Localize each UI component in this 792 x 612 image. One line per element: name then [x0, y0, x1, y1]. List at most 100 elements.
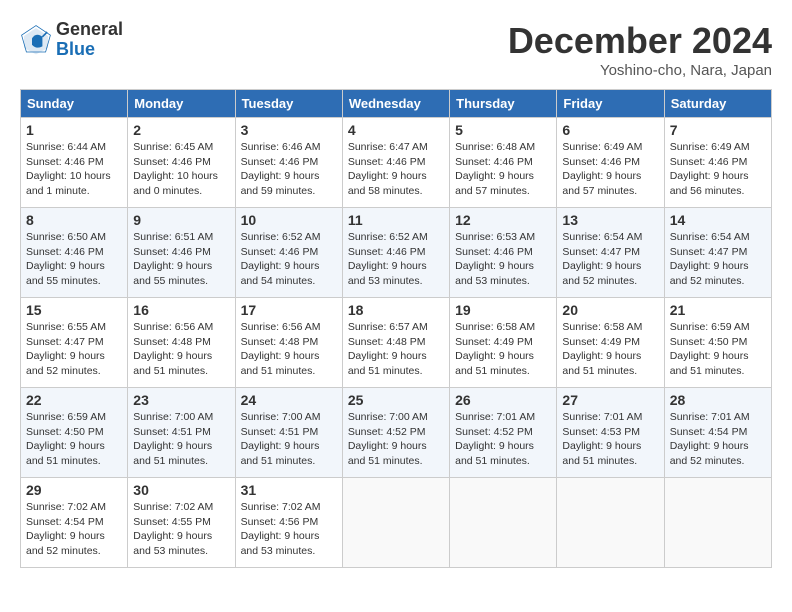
- calendar-cell: 17Sunrise: 6:56 AM Sunset: 4:48 PM Dayli…: [235, 298, 342, 388]
- day-number: 29: [26, 482, 122, 498]
- day-info: Sunrise: 6:55 AM Sunset: 4:47 PM Dayligh…: [26, 320, 122, 379]
- day-info: Sunrise: 7:00 AM Sunset: 4:51 PM Dayligh…: [241, 410, 337, 469]
- day-info: Sunrise: 6:54 AM Sunset: 4:47 PM Dayligh…: [562, 230, 658, 289]
- day-info: Sunrise: 6:49 AM Sunset: 4:46 PM Dayligh…: [670, 140, 766, 199]
- calendar-cell: 25 Sunrise: 7:00 AM Sunset: 4:52 PM Dayli…: [342, 388, 449, 478]
- day-info: Sunrise: 6:51 AM Sunset: 4:46 PM Dayligh…: [133, 230, 229, 289]
- calendar-body: 1Sunrise: 6:44 AM Sunset: 4:46 PM Daylig…: [21, 118, 772, 568]
- calendar-day-header: Tuesday: [235, 90, 342, 118]
- calendar-cell: 26 Sunrise: 7:01 AM Sunset: 4:52 PM Dayli…: [450, 388, 557, 478]
- calendar-week-row: 15Sunrise: 6:55 AM Sunset: 4:47 PM Dayli…: [21, 298, 772, 388]
- calendar-cell: 23 Sunrise: 7:00 AM Sunset: 4:51 PM Dayli…: [128, 388, 235, 478]
- calendar-cell: 5 Sunrise: 6:48 AM Sunset: 4:46 PM Daylig…: [450, 118, 557, 208]
- day-number: 5: [455, 122, 551, 138]
- calendar-cell: 21 Sunrise: 6:59 AM Sunset: 4:50 PM Dayli…: [664, 298, 771, 388]
- calendar-day-header: Thursday: [450, 90, 557, 118]
- calendar-cell: 2 Sunrise: 6:45 AM Sunset: 4:46 PM Daylig…: [128, 118, 235, 208]
- logo-text: General Blue: [56, 20, 123, 60]
- calendar-cell: 8 Sunrise: 6:50 AM Sunset: 4:46 PM Daylig…: [21, 208, 128, 298]
- day-info: Sunrise: 7:00 AM Sunset: 4:51 PM Dayligh…: [133, 410, 229, 469]
- day-info: Sunrise: 6:50 AM Sunset: 4:46 PM Dayligh…: [26, 230, 122, 289]
- day-info: Sunrise: 6:46 AM Sunset: 4:46 PM Dayligh…: [241, 140, 337, 199]
- calendar-day-header: Sunday: [21, 90, 128, 118]
- day-info: Sunrise: 7:01 AM Sunset: 4:54 PM Dayligh…: [670, 410, 766, 469]
- day-info: Sunrise: 6:47 AM Sunset: 4:46 PM Dayligh…: [348, 140, 444, 199]
- day-info: Sunrise: 7:02 AM Sunset: 4:54 PM Dayligh…: [26, 500, 122, 559]
- calendar-day-header: Saturday: [664, 90, 771, 118]
- day-number: 13: [562, 212, 658, 228]
- day-number: 1: [26, 122, 122, 138]
- day-number: 8: [26, 212, 122, 228]
- day-number: 20: [562, 302, 658, 318]
- calendar-cell: 31 Sunrise: 7:02 AM Sunset: 4:56 PM Dayli…: [235, 478, 342, 568]
- calendar-cell: [450, 478, 557, 568]
- day-info: Sunrise: 6:56 AM Sunset: 4:48 PM Dayligh…: [241, 320, 337, 379]
- calendar-day-header: Wednesday: [342, 90, 449, 118]
- day-number: 2: [133, 122, 229, 138]
- day-info: Sunrise: 7:01 AM Sunset: 4:52 PM Dayligh…: [455, 410, 551, 469]
- day-info: Sunrise: 6:57 AM Sunset: 4:48 PM Dayligh…: [348, 320, 444, 379]
- day-number: 3: [241, 122, 337, 138]
- calendar-cell: 19Sunrise: 6:58 AM Sunset: 4:49 PM Dayli…: [450, 298, 557, 388]
- day-number: 12: [455, 212, 551, 228]
- day-info: Sunrise: 6:48 AM Sunset: 4:46 PM Dayligh…: [455, 140, 551, 199]
- calendar-day-header: Friday: [557, 90, 664, 118]
- day-info: Sunrise: 6:54 AM Sunset: 4:47 PM Dayligh…: [670, 230, 766, 289]
- calendar-cell: 14 Sunrise: 6:54 AM Sunset: 4:47 PM Dayli…: [664, 208, 771, 298]
- calendar-cell: 11Sunrise: 6:52 AM Sunset: 4:46 PM Dayli…: [342, 208, 449, 298]
- day-info: Sunrise: 6:49 AM Sunset: 4:46 PM Dayligh…: [562, 140, 658, 199]
- day-number: 23: [133, 392, 229, 408]
- calendar-cell: 4Sunrise: 6:47 AM Sunset: 4:46 PM Daylig…: [342, 118, 449, 208]
- calendar-week-row: 22Sunrise: 6:59 AM Sunset: 4:50 PM Dayli…: [21, 388, 772, 478]
- day-number: 25: [348, 392, 444, 408]
- month-title: December 2024: [508, 20, 772, 62]
- calendar-cell: 10 Sunrise: 6:52 AM Sunset: 4:46 PM Dayli…: [235, 208, 342, 298]
- day-number: 31: [241, 482, 337, 498]
- day-number: 10: [241, 212, 337, 228]
- calendar-cell: 3 Sunrise: 6:46 AM Sunset: 4:46 PM Daylig…: [235, 118, 342, 208]
- day-info: Sunrise: 7:02 AM Sunset: 4:56 PM Dayligh…: [241, 500, 337, 559]
- calendar-cell: 13 Sunrise: 6:54 AM Sunset: 4:47 PM Dayli…: [557, 208, 664, 298]
- day-number: 18: [348, 302, 444, 318]
- calendar-cell: 27Sunrise: 7:01 AM Sunset: 4:53 PM Dayli…: [557, 388, 664, 478]
- calendar-cell: [664, 478, 771, 568]
- day-number: 26: [455, 392, 551, 408]
- calendar-cell: 12 Sunrise: 6:53 AM Sunset: 4:46 PM Dayli…: [450, 208, 557, 298]
- title-area: December 2024 Yoshino-cho, Nara, Japan: [508, 20, 772, 79]
- page-header: General Blue December 2024 Yoshino-cho, …: [20, 20, 772, 79]
- calendar-cell: 30Sunrise: 7:02 AM Sunset: 4:55 PM Dayli…: [128, 478, 235, 568]
- day-info: Sunrise: 7:02 AM Sunset: 4:55 PM Dayligh…: [133, 500, 229, 559]
- calendar-cell: 22Sunrise: 6:59 AM Sunset: 4:50 PM Dayli…: [21, 388, 128, 478]
- calendar-cell: 18 Sunrise: 6:57 AM Sunset: 4:48 PM Dayli…: [342, 298, 449, 388]
- day-info: Sunrise: 6:56 AM Sunset: 4:48 PM Dayligh…: [133, 320, 229, 379]
- day-number: 7: [670, 122, 766, 138]
- day-number: 22: [26, 392, 122, 408]
- calendar-week-row: 1Sunrise: 6:44 AM Sunset: 4:46 PM Daylig…: [21, 118, 772, 208]
- calendar-cell: 24 Sunrise: 7:00 AM Sunset: 4:51 PM Dayli…: [235, 388, 342, 478]
- calendar-cell: 9Sunrise: 6:51 AM Sunset: 4:46 PM Daylig…: [128, 208, 235, 298]
- day-number: 27: [562, 392, 658, 408]
- calendar-cell: 16Sunrise: 6:56 AM Sunset: 4:48 PM Dayli…: [128, 298, 235, 388]
- calendar-cell: 15Sunrise: 6:55 AM Sunset: 4:47 PM Dayli…: [21, 298, 128, 388]
- logo-icon: [20, 24, 52, 56]
- day-number: 19: [455, 302, 551, 318]
- day-info: Sunrise: 6:45 AM Sunset: 4:46 PM Dayligh…: [133, 140, 229, 199]
- calendar-week-row: 29 Sunrise: 7:02 AM Sunset: 4:54 PM Dayli…: [21, 478, 772, 568]
- day-info: Sunrise: 6:59 AM Sunset: 4:50 PM Dayligh…: [670, 320, 766, 379]
- calendar-cell: 29 Sunrise: 7:02 AM Sunset: 4:54 PM Dayli…: [21, 478, 128, 568]
- calendar-header-row: SundayMondayTuesdayWednesdayThursdayFrid…: [21, 90, 772, 118]
- calendar-table: SundayMondayTuesdayWednesdayThursdayFrid…: [20, 89, 772, 568]
- day-number: 21: [670, 302, 766, 318]
- calendar-cell: 1Sunrise: 6:44 AM Sunset: 4:46 PM Daylig…: [21, 118, 128, 208]
- calendar-cell: [557, 478, 664, 568]
- day-info: Sunrise: 6:53 AM Sunset: 4:46 PM Dayligh…: [455, 230, 551, 289]
- calendar-cell: 6Sunrise: 6:49 AM Sunset: 4:46 PM Daylig…: [557, 118, 664, 208]
- day-number: 28: [670, 392, 766, 408]
- day-number: 14: [670, 212, 766, 228]
- day-info: Sunrise: 6:52 AM Sunset: 4:46 PM Dayligh…: [348, 230, 444, 289]
- day-info: Sunrise: 6:52 AM Sunset: 4:46 PM Dayligh…: [241, 230, 337, 289]
- calendar-cell: [342, 478, 449, 568]
- location: Yoshino-cho, Nara, Japan: [508, 62, 772, 79]
- day-number: 24: [241, 392, 337, 408]
- day-info: Sunrise: 7:00 AM Sunset: 4:52 PM Dayligh…: [348, 410, 444, 469]
